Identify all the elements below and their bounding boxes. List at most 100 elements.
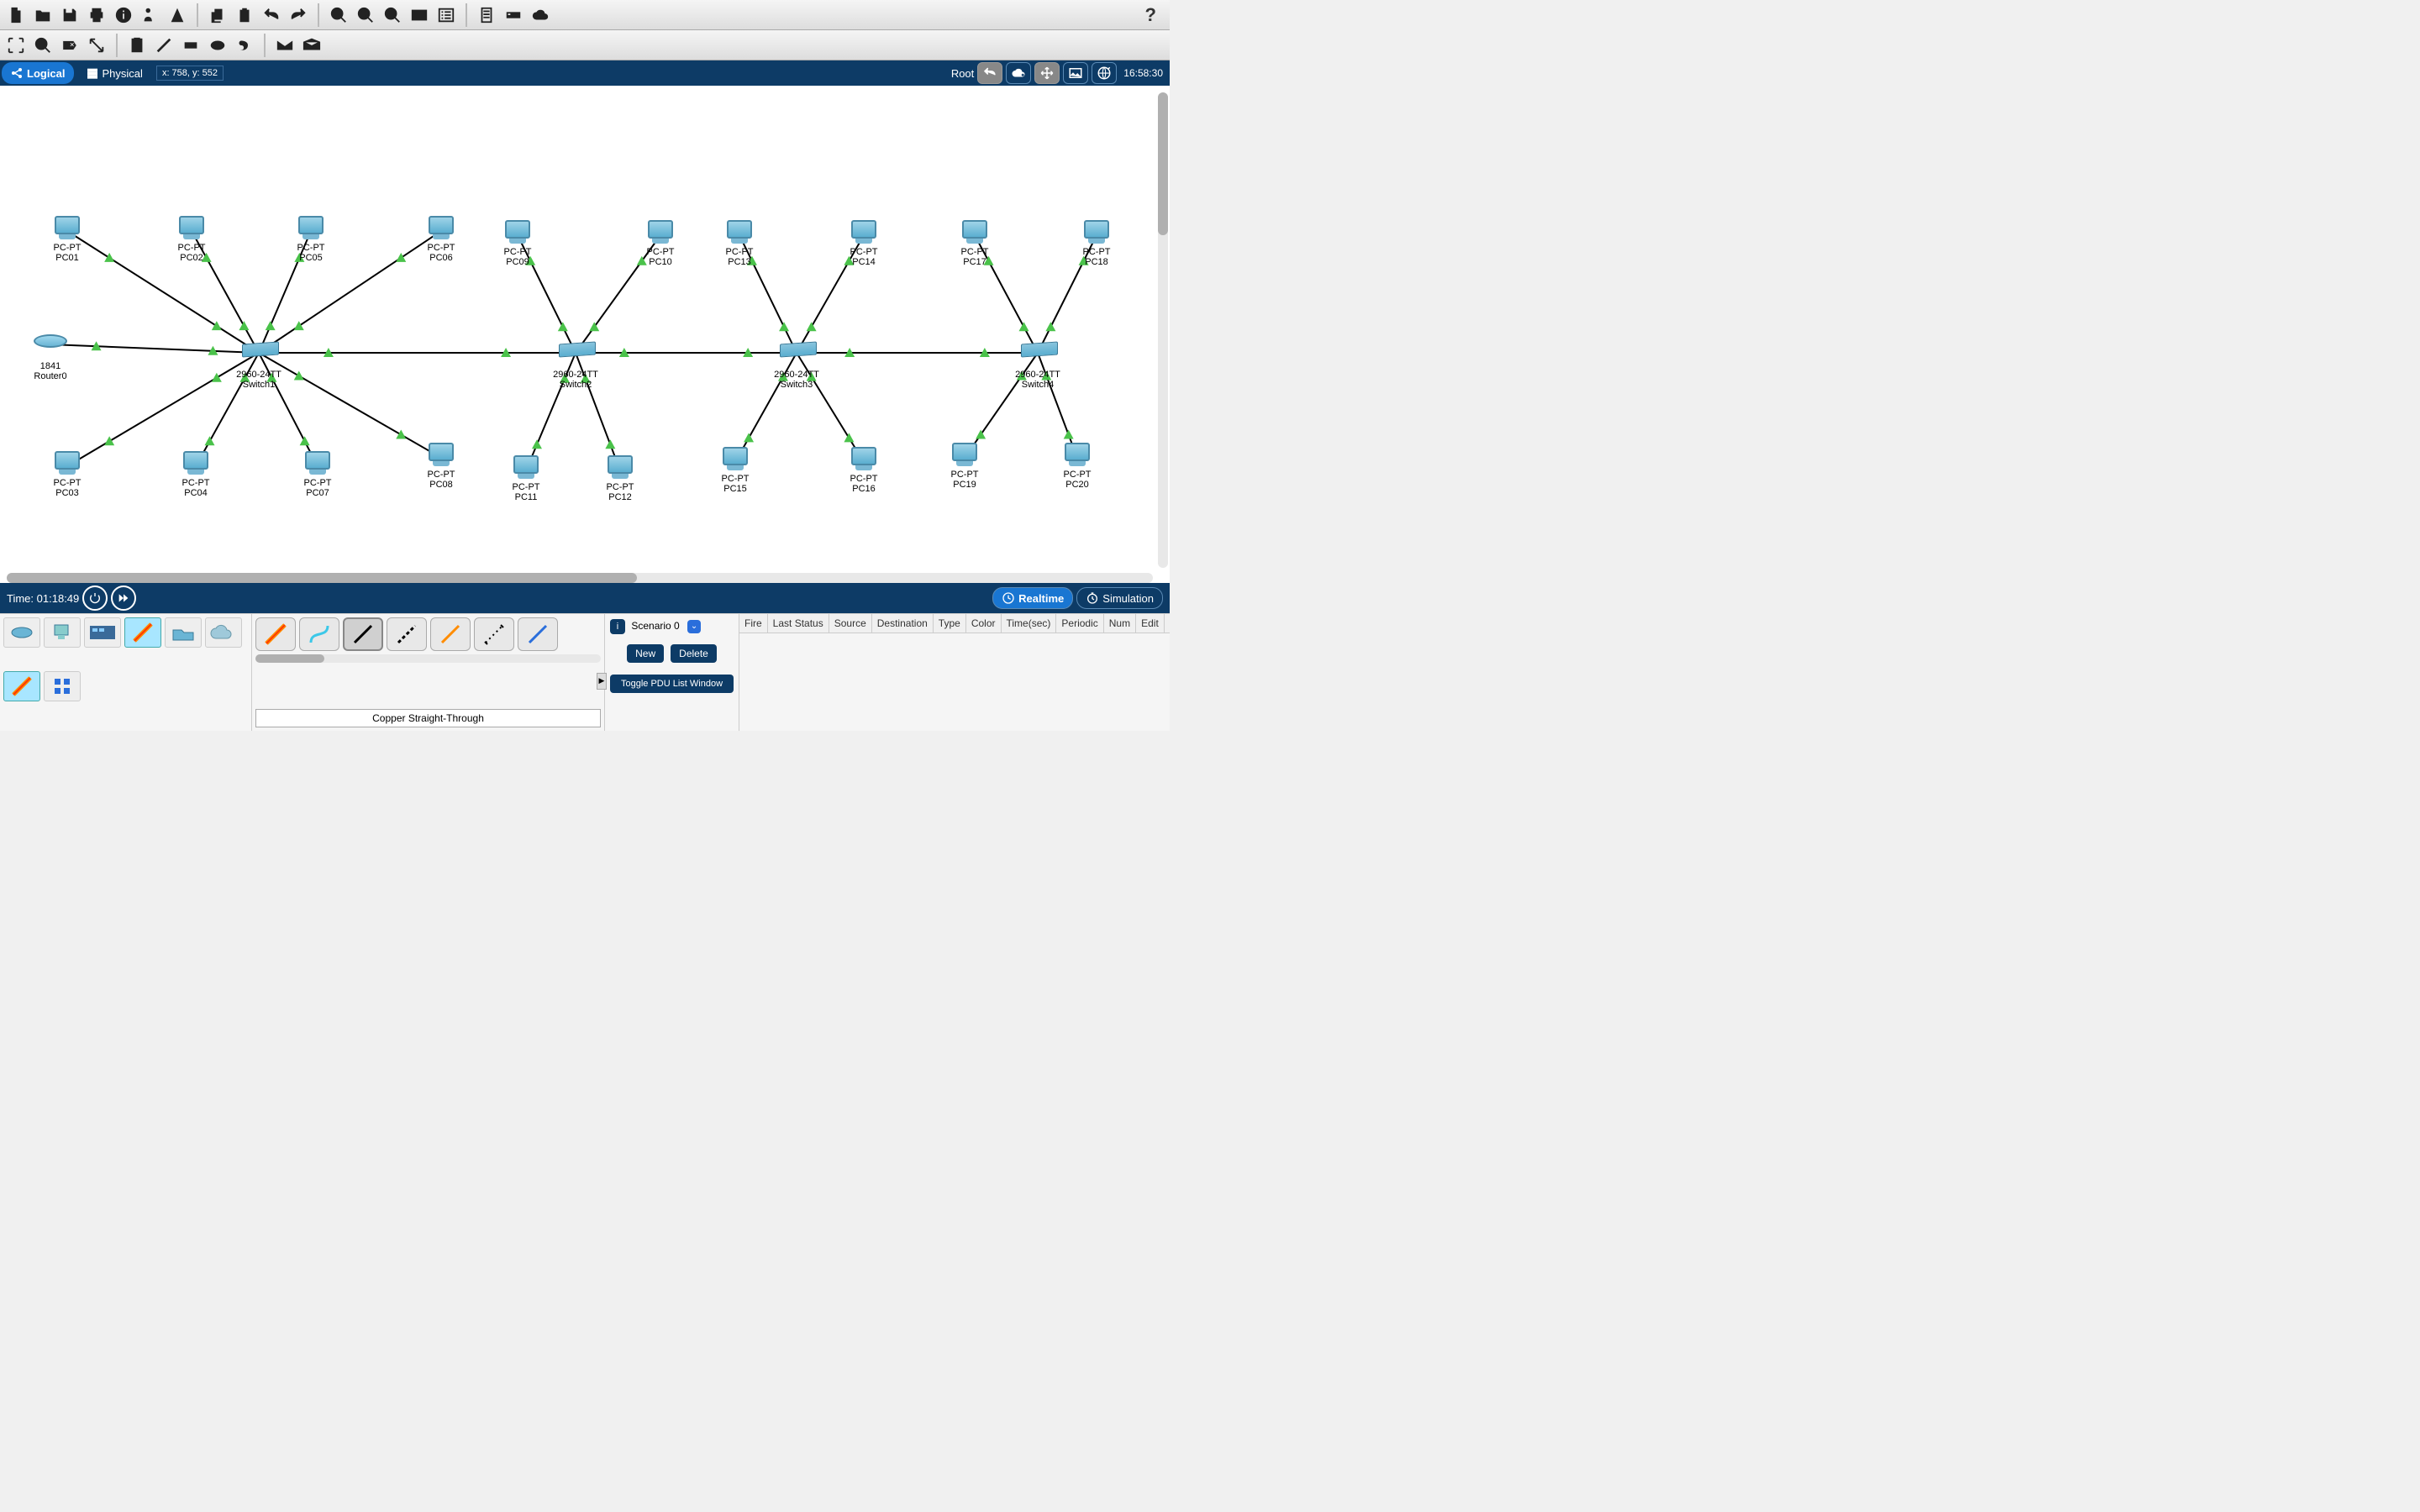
activity-wizard-icon[interactable] (139, 4, 161, 26)
save-icon[interactable] (59, 4, 81, 26)
device-pc01[interactable]: PC-PTPC01 (42, 216, 92, 263)
ellipse-icon[interactable] (207, 34, 229, 56)
category-connections[interactable] (124, 617, 161, 648)
select-icon[interactable] (5, 34, 27, 56)
conn-copper-cross[interactable] (387, 617, 427, 651)
scenario-dropdown[interactable]: ⌄ (687, 620, 701, 633)
info-icon[interactable] (113, 4, 134, 26)
device-pc09[interactable]: PC-PTPC09 (492, 220, 543, 267)
conn-coaxial[interactable] (518, 617, 558, 651)
pdu-col-fire[interactable]: Fire (739, 614, 768, 633)
pdu-col-timesec[interactable]: Time(sec) (1002, 614, 1057, 633)
category-end-devices[interactable] (44, 617, 81, 648)
physical-tab[interactable]: Physical (77, 62, 151, 84)
device-pc08[interactable]: PC-PTPC08 (416, 443, 466, 490)
device-pc06[interactable]: PC-PTPC06 (416, 216, 466, 263)
device-pc04[interactable]: PC-PTPC04 (171, 451, 221, 498)
device-pc20[interactable]: PC-PTPC20 (1052, 443, 1102, 490)
scenario-info-icon[interactable]: i (610, 619, 625, 634)
redo-icon[interactable] (287, 4, 309, 26)
power-cycle-button[interactable] (82, 585, 108, 611)
viewport-icon[interactable] (408, 4, 430, 26)
device-pc03[interactable]: PC-PTPC03 (42, 451, 92, 498)
fast-forward-button[interactable] (111, 585, 136, 611)
pdu-col-num[interactable]: Num (1104, 614, 1136, 633)
pdu-col-edit[interactable]: Edit (1136, 614, 1165, 633)
new-file-icon[interactable] (5, 4, 27, 26)
conn-copper-straight[interactable] (343, 617, 383, 651)
workspace[interactable]: 1841Router0 2960-24TTSwitch1 2960-24TTSwit… (0, 86, 1170, 583)
device-pc16[interactable]: PC-PTPC16 (839, 447, 889, 494)
freeform-icon[interactable] (234, 34, 255, 56)
device-pc17[interactable]: PC-PTPC17 (950, 220, 1000, 267)
vertical-scrollbar[interactable] (1158, 92, 1168, 568)
zoom-reset-icon[interactable] (355, 4, 376, 26)
line-draw-icon[interactable] (153, 34, 175, 56)
realtime-button[interactable]: Realtime (992, 587, 1073, 609)
device-router[interactable]: 1841Router0 (25, 329, 76, 381)
note-icon[interactable] (126, 34, 148, 56)
device-pc11[interactable]: PC-PTPC11 (501, 455, 551, 502)
inspect-icon[interactable] (32, 34, 54, 56)
subcategory-connections[interactable] (3, 671, 40, 701)
device-pc10[interactable]: PC-PTPC10 (635, 220, 686, 267)
doc-icon[interactable] (476, 4, 497, 26)
device-pc14[interactable]: PC-PTPC14 (839, 220, 889, 267)
device-sw4[interactable]: 2960-24TTSwitch4 (1013, 338, 1063, 390)
device-pc13[interactable]: PC-PTPC13 (714, 220, 765, 267)
delete-icon[interactable] (59, 34, 81, 56)
category-components[interactable] (84, 617, 121, 648)
pdu-col-periodic[interactable]: Periodic (1056, 614, 1103, 633)
conn-fiber[interactable] (430, 617, 471, 651)
conn-auto[interactable] (255, 617, 296, 651)
simple-pdu-icon[interactable] (274, 34, 296, 56)
pdu-col-color[interactable]: Color (966, 614, 1002, 633)
undo-icon[interactable] (260, 4, 282, 26)
zoom-in-icon[interactable] (328, 4, 350, 26)
device-pc07[interactable]: PC-PTPC07 (292, 451, 343, 498)
device-pc18[interactable]: PC-PTPC18 (1071, 220, 1122, 267)
subcategory-grid[interactable] (44, 671, 81, 701)
move-button[interactable] (1034, 62, 1060, 84)
category-network-devices[interactable] (3, 617, 40, 648)
device-sw3[interactable]: 2960-24TTSwitch3 (771, 338, 822, 390)
zoom-out-icon[interactable] (381, 4, 403, 26)
resize-icon[interactable] (86, 34, 108, 56)
device-sw1[interactable]: 2960-24TTSwitch1 (234, 338, 284, 390)
device-icon[interactable] (502, 4, 524, 26)
device-pc19[interactable]: PC-PTPC19 (939, 443, 990, 490)
device-pc15[interactable]: PC-PTPC15 (710, 447, 760, 494)
pdu-col-type[interactable]: Type (934, 614, 966, 633)
wizard-icon[interactable] (166, 4, 188, 26)
open-icon[interactable] (32, 4, 54, 26)
paste-icon[interactable] (234, 4, 255, 26)
device-sw2[interactable]: 2960-24TTSwitch2 (550, 338, 601, 390)
logical-tab[interactable]: Logical (2, 62, 74, 84)
conn-phone[interactable] (474, 617, 514, 651)
conn-console[interactable] (299, 617, 339, 651)
cloud-add-button[interactable] (1006, 62, 1031, 84)
scenario-delete-button[interactable]: Delete (671, 644, 717, 663)
nav-back-button[interactable] (977, 62, 1002, 84)
pdu-col-destination[interactable]: Destination (872, 614, 934, 633)
device-pc02[interactable]: PC-PTPC02 (166, 216, 217, 263)
pdu-col-source[interactable]: Source (829, 614, 872, 633)
expand-handle[interactable]: ▶ (597, 673, 607, 690)
device-pc05[interactable]: PC-PTPC05 (286, 216, 336, 263)
list-icon[interactable] (435, 4, 457, 26)
cloud-icon[interactable] (529, 4, 551, 26)
pdu-col-del[interactable]: Del (1165, 614, 1170, 633)
viewport-button[interactable] (1092, 62, 1117, 84)
background-button[interactable] (1063, 62, 1088, 84)
scenario-new-button[interactable]: New (627, 644, 664, 663)
pdu-col-laststatus[interactable]: Last Status (768, 614, 829, 633)
simulation-button[interactable]: Simulation (1076, 587, 1163, 609)
complex-pdu-icon[interactable] (301, 34, 323, 56)
rectangle-icon[interactable] (180, 34, 202, 56)
help-icon[interactable]: ? (1145, 4, 1165, 26)
category-multiuser[interactable] (205, 617, 242, 648)
copy-icon[interactable] (207, 4, 229, 26)
device-pc12[interactable]: PC-PTPC12 (595, 455, 645, 502)
toggle-pdu-list-button[interactable]: Toggle PDU List Window (610, 675, 734, 693)
category-miscellaneous[interactable] (165, 617, 202, 648)
